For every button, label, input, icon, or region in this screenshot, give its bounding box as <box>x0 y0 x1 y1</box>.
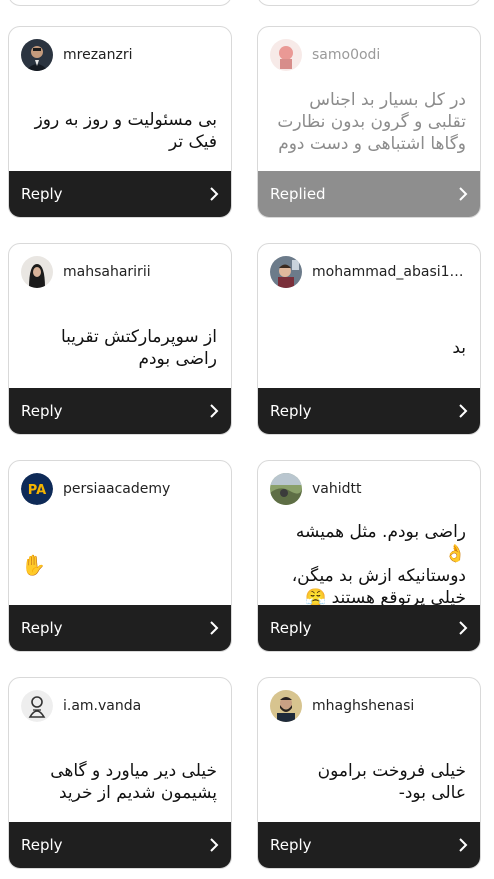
comment-card: mrezanzri بی مسئولیت و روز به روز فیک تر… <box>8 26 232 218</box>
card-header: vahidtt <box>258 461 480 517</box>
svg-text:PA: PA <box>28 483 46 498</box>
avatar[interactable] <box>21 39 53 71</box>
comment-card: i.am.vanda خیلی دیر میاورد و گاهی پشیمون… <box>8 677 232 869</box>
comment-text: راضی بودم. مثل همیشه 👌 دوستانیکه ازش بد … <box>258 517 480 605</box>
reply-button-label: Reply <box>21 836 63 854</box>
previous-card-stub-right <box>257 0 481 6</box>
comment-message: ✋ <box>21 553 46 577</box>
comment-card: samo0odi در کل بسیار بد اجناس تقلبی و گر… <box>257 26 481 218</box>
comment-text: از سوپرمارکتش تقریبا راضی بودم <box>9 300 231 388</box>
reply-button[interactable]: Reply <box>258 822 480 868</box>
chevron-right-icon <box>210 838 219 852</box>
card-header: mahsaharirii <box>9 244 231 300</box>
chevron-right-icon <box>210 621 219 635</box>
reply-button-label: Reply <box>270 619 312 637</box>
chevron-right-icon <box>459 621 468 635</box>
card-header: mrezanzri <box>9 27 231 83</box>
username[interactable]: mahsaharirii <box>63 264 151 280</box>
comment-text: خیلی فروخت برامون عالی بود- <box>258 734 480 822</box>
card-header: mohammad_abasi1988 <box>258 244 480 300</box>
username[interactable]: vahidtt <box>312 481 362 497</box>
comments-grid: mrezanzri بی مسئولیت و روز به روز فیک تر… <box>8 26 481 869</box>
reply-button[interactable]: Reply <box>9 605 231 651</box>
username[interactable]: mhaghshenasi <box>312 698 414 714</box>
chevron-right-icon <box>210 187 219 201</box>
comment-text: ✋ <box>9 517 231 605</box>
username[interactable]: persiaacademy <box>63 481 170 497</box>
comment-message: بی مسئولیت و روز به روز فیک تر <box>34 110 217 152</box>
comment-text: خیلی دیر میاورد و گاهی پشیمون شدیم از خر… <box>9 734 231 822</box>
avatar[interactable] <box>270 473 302 505</box>
reply-button[interactable]: Reply <box>9 171 231 217</box>
reply-button[interactable]: Reply <box>258 605 480 651</box>
comment-message: راضی بودم. مثل همیشه 👌 دوستانیکه ازش بد … <box>291 522 466 605</box>
reply-button-label: Reply <box>270 402 312 420</box>
comment-card: mohammad_abasi1988 بد Reply <box>257 243 481 435</box>
avatar[interactable] <box>21 256 53 288</box>
reply-button-label: Reply <box>270 836 312 854</box>
comment-card: mahsaharirii از سوپرمارکتش تقریبا راضی ب… <box>8 243 232 435</box>
reply-button-label: Reply <box>21 402 63 420</box>
avatar[interactable] <box>21 690 53 722</box>
reply-button[interactable]: Reply <box>9 388 231 434</box>
username[interactable]: i.am.vanda <box>63 698 141 714</box>
comment-card: vahidtt راضی بودم. مثل همیشه 👌 دوستانیکه… <box>257 460 481 652</box>
comment-text: بی مسئولیت و روز به روز فیک تر <box>9 83 231 171</box>
card-header: PA persiaacademy <box>9 461 231 517</box>
comment-text: بد <box>258 300 480 388</box>
card-header: samo0odi <box>258 27 480 83</box>
avatar[interactable] <box>270 690 302 722</box>
chevron-right-icon <box>459 838 468 852</box>
avatar[interactable]: PA <box>21 473 53 505</box>
username[interactable]: mrezanzri <box>63 47 133 63</box>
reply-button[interactable]: Reply <box>258 388 480 434</box>
comment-card: mhaghshenasi خیلی فروخت برامون عالی بود-… <box>257 677 481 869</box>
previous-card-stub-left <box>8 0 232 6</box>
reply-button[interactable]: Reply <box>9 822 231 868</box>
reply-button-label: Replied <box>270 185 326 203</box>
avatar[interactable] <box>270 39 302 71</box>
comment-card: PA persiaacademy ✋ Reply <box>8 460 232 652</box>
username[interactable]: mohammad_abasi1988 <box>312 264 468 280</box>
comment-text: در کل بسیار بد اجناس تقلبی و گرون بدون ن… <box>258 83 480 171</box>
replied-button[interactable]: Replied <box>258 171 480 217</box>
comment-message: خیلی فروخت برامون عالی بود- <box>317 761 466 803</box>
card-header: i.am.vanda <box>9 678 231 734</box>
username[interactable]: samo0odi <box>312 47 380 63</box>
chevron-right-icon <box>459 187 468 201</box>
chevron-right-icon <box>210 404 219 418</box>
reply-button-label: Reply <box>21 185 63 203</box>
comment-message: در کل بسیار بد اجناس تقلبی و گرون بدون ن… <box>277 90 466 154</box>
comment-message: خیلی دیر میاورد و گاهی پشیمون شدیم از خر… <box>50 761 217 803</box>
comment-message: بد <box>452 338 466 358</box>
card-header: mhaghshenasi <box>258 678 480 734</box>
reply-button-label: Reply <box>21 619 63 637</box>
chevron-right-icon <box>459 404 468 418</box>
avatar[interactable] <box>270 256 302 288</box>
comment-message: از سوپرمارکتش تقریبا راضی بودم <box>60 327 217 369</box>
